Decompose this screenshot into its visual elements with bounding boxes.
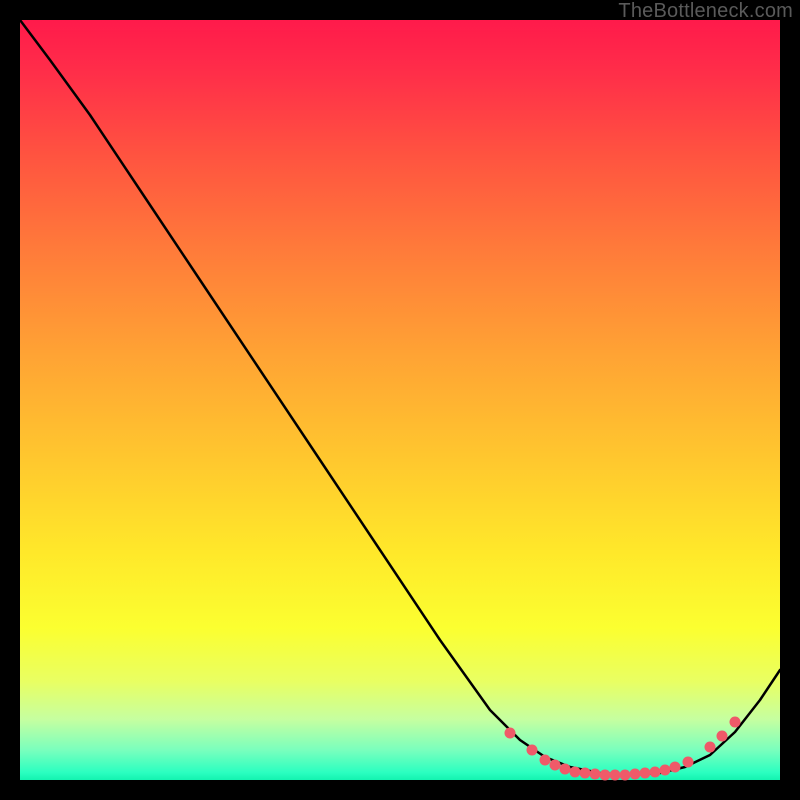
data-point — [717, 731, 728, 742]
data-point — [620, 770, 631, 781]
data-point — [550, 760, 561, 771]
chart-frame: TheBottleneck.com — [0, 0, 800, 800]
data-point — [730, 717, 741, 728]
data-point — [670, 762, 681, 773]
data-point — [610, 770, 621, 781]
plot-area — [20, 20, 780, 780]
data-point — [570, 767, 581, 778]
data-point — [640, 768, 651, 779]
data-point — [650, 767, 661, 778]
marker-group — [505, 717, 741, 781]
main-curve — [20, 20, 780, 775]
data-point — [705, 742, 716, 753]
curve-svg — [20, 20, 780, 780]
data-point — [683, 757, 694, 768]
data-point — [630, 769, 641, 780]
data-point — [600, 770, 611, 781]
data-point — [580, 768, 591, 779]
data-point — [505, 728, 516, 739]
watermark-text: TheBottleneck.com — [618, 0, 793, 23]
data-point — [590, 769, 601, 780]
data-point — [660, 765, 671, 776]
data-point — [560, 764, 571, 775]
data-point — [540, 755, 551, 766]
data-point — [527, 745, 538, 756]
